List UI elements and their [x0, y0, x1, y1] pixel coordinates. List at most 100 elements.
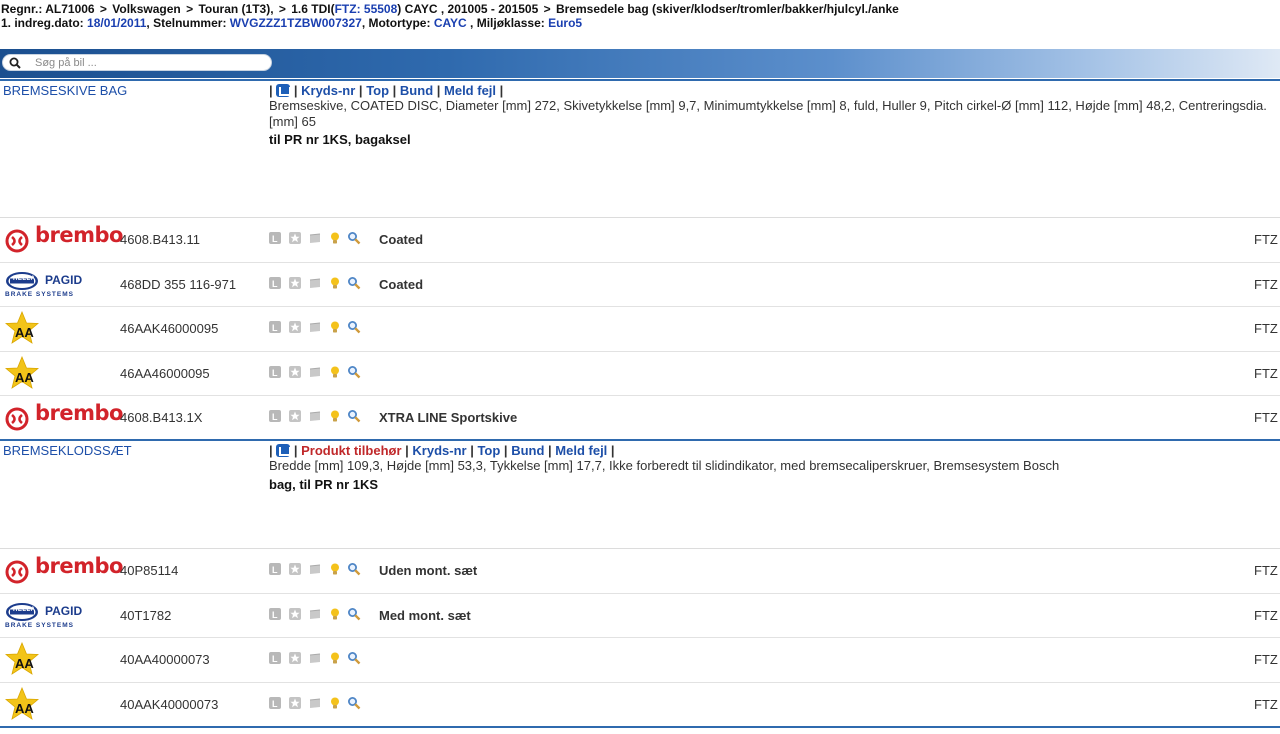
part-row[interactable]: brembo 4608.B413.11 L Coated FTZ: [0, 217, 1280, 262]
link-bund[interactable]: Bund: [511, 443, 544, 458]
star-icon[interactable]: [288, 231, 302, 245]
section-title[interactable]: BREMSEKLODSSÆT: [3, 443, 132, 458]
box-icon[interactable]: [308, 651, 322, 665]
info-l-icon[interactable]: L: [268, 562, 282, 576]
link-product-accessories[interactable]: Produkt tilbehør: [301, 443, 401, 458]
part-row[interactable]: brembo 4608.B413.1X L XTRA LINE Sportskive F…: [0, 395, 1280, 440]
box-icon[interactable]: [308, 696, 322, 710]
part-number[interactable]: 46AAK46000095: [120, 321, 218, 336]
info-l-icon[interactable]: L: [268, 607, 282, 621]
search-icon[interactable]: [347, 651, 361, 665]
ftz-label: FTZ: [1254, 276, 1278, 292]
info-l-icon[interactable]: L: [268, 651, 282, 665]
ftz-label: FTZ: [1254, 696, 1278, 712]
brembo-wordmark: brembo: [35, 401, 123, 426]
bulb-icon[interactable]: [328, 607, 342, 621]
part-number[interactable]: 40P85114: [120, 563, 178, 578]
star-icon[interactable]: [288, 696, 302, 710]
search-input[interactable]: [35, 55, 265, 70]
part-row[interactable]: AA 40AAK40000073 L FTZ: [0, 681, 1280, 727]
star-icon[interactable]: [288, 276, 302, 290]
search-icon[interactable]: [347, 409, 361, 423]
aa-wordmark: AA: [15, 325, 34, 341]
part-number[interactable]: 468DD 355 116-971: [120, 277, 236, 292]
hella-logo: HELLA PAGID BRAKE SYSTEMS: [5, 271, 115, 301]
info-l-icon[interactable]: L: [268, 696, 282, 710]
part-number[interactable]: 40AA40000073: [120, 652, 210, 667]
box-icon[interactable]: [308, 320, 322, 334]
search-box[interactable]: [2, 54, 272, 71]
link-meld-fejl[interactable]: Meld fejl: [555, 443, 607, 458]
search-icon[interactable]: [347, 696, 361, 710]
star-icon[interactable]: [288, 365, 302, 379]
aa-wordmark: AA: [15, 369, 34, 385]
info-l-icon[interactable]: L: [268, 276, 282, 290]
box-icon[interactable]: [308, 365, 322, 379]
star-icon[interactable]: [288, 607, 302, 621]
bulb-icon[interactable]: [328, 231, 342, 245]
home-icon[interactable]: [276, 84, 292, 97]
vehicle-info: 1. indreg.dato: 18/01/2011, Stelnummer: …: [1, 16, 1280, 30]
part-number[interactable]: 4608.B413.1X: [120, 410, 202, 425]
header-link[interactable]: 18/01/2011: [87, 16, 146, 30]
vehicle-header: Regnr.: AL71006 > Volkswagen > Touran (1…: [0, 0, 1280, 48]
search-icon[interactable]: [347, 365, 361, 379]
svg-text:L: L: [272, 234, 278, 244]
box-icon[interactable]: [308, 276, 322, 290]
info-l-icon[interactable]: L: [268, 365, 282, 379]
bulb-icon[interactable]: [328, 320, 342, 334]
part-number[interactable]: 46AA46000095: [120, 366, 210, 381]
info-l-icon[interactable]: L: [268, 320, 282, 334]
header-link[interactable]: WVGZZZ1TZBW007327: [230, 16, 362, 30]
section-title[interactable]: BREMSESKIVE BAG: [3, 83, 127, 98]
star-icon[interactable]: [288, 320, 302, 334]
header-link[interactable]: CAYC: [434, 16, 467, 30]
search-icon[interactable]: [347, 607, 361, 621]
part-row[interactable]: brembo 40P85114 L Uden mont. sæt FTZ: [0, 548, 1280, 593]
part-number[interactable]: 40T1782: [120, 608, 171, 623]
bulb-icon[interactable]: [328, 651, 342, 665]
section-header: BREMSESKIVE BAG | | Kryds-nr | Top | Bund…: [0, 79, 1280, 217]
header-link[interactable]: Euro5: [548, 16, 582, 30]
bulb-icon[interactable]: [328, 409, 342, 423]
box-icon[interactable]: [308, 607, 322, 621]
box-icon[interactable]: [308, 409, 322, 423]
box-icon[interactable]: [308, 231, 322, 245]
search-icon[interactable]: [347, 320, 361, 334]
ftz-label: FTZ: [1254, 563, 1278, 578]
part-row[interactable]: AA 40AA40000073 L FTZ: [0, 637, 1280, 682]
info-l-icon[interactable]: L: [268, 231, 282, 245]
section-header: BREMSEKLODSSÆT | | Produkt tilbehør | Kry…: [0, 439, 1280, 548]
star-icon[interactable]: [288, 562, 302, 576]
svg-text:L: L: [272, 368, 278, 378]
hella-badge-text: HELLA: [13, 275, 36, 282]
link-top[interactable]: Top: [366, 83, 389, 98]
part-row[interactable]: HELLA PAGID BRAKE SYSTEMS 40T1782 L Med mont.…: [0, 592, 1280, 638]
info-l-icon[interactable]: L: [268, 409, 282, 423]
bulb-icon[interactable]: [328, 562, 342, 576]
part-number[interactable]: 40AAK40000073: [120, 697, 218, 712]
link-top[interactable]: Top: [477, 443, 500, 458]
bulb-icon[interactable]: [328, 276, 342, 290]
link-kryds-nr[interactable]: Kryds-nr: [301, 83, 355, 98]
search-icon[interactable]: [347, 276, 361, 290]
header-link[interactable]: FTZ: 55508: [335, 2, 398, 16]
part-row[interactable]: AA 46AAK46000095 L FTZ: [0, 306, 1280, 351]
part-number[interactable]: 4608.B413.11: [120, 232, 200, 247]
star-icon[interactable]: [288, 651, 302, 665]
search-icon[interactable]: [347, 231, 361, 245]
box-icon[interactable]: [308, 562, 322, 576]
bulb-icon[interactable]: [328, 365, 342, 379]
search-icon[interactable]: [347, 562, 361, 576]
part-note: Coated: [379, 232, 424, 247]
brembo-logo: brembo: [5, 223, 123, 256]
link-bund[interactable]: Bund: [400, 83, 433, 98]
home-icon[interactable]: [276, 444, 292, 457]
part-row[interactable]: AA 46AA46000095 L FTZ: [0, 350, 1280, 396]
link-meld-fejl[interactable]: Meld fejl: [444, 83, 496, 98]
star-icon[interactable]: [288, 409, 302, 423]
part-row[interactable]: HELLA PAGID BRAKE SYSTEMS 468DD 355 116-971…: [0, 261, 1280, 307]
aa-logo: AA: [5, 355, 115, 390]
bulb-icon[interactable]: [328, 696, 342, 710]
link-kryds-nr[interactable]: Kryds-nr: [412, 443, 466, 458]
